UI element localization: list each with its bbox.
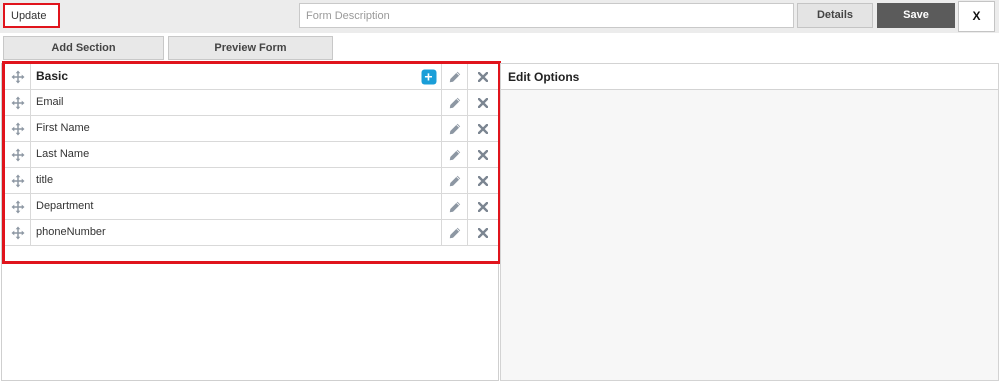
save-button[interactable]: Save <box>877 3 955 28</box>
form-name-input[interactable] <box>3 3 60 28</box>
edit-options-title: Edit Options <box>500 63 999 90</box>
preview-form-button[interactable]: Preview Form <box>168 36 333 60</box>
edit-options-panel <box>500 63 999 381</box>
close-button[interactable]: X <box>958 1 995 32</box>
details-button[interactable]: Details <box>797 3 873 28</box>
form-description-input[interactable] <box>299 3 794 28</box>
highlight-frame <box>2 61 501 264</box>
add-section-button[interactable]: Add Section <box>3 36 164 60</box>
